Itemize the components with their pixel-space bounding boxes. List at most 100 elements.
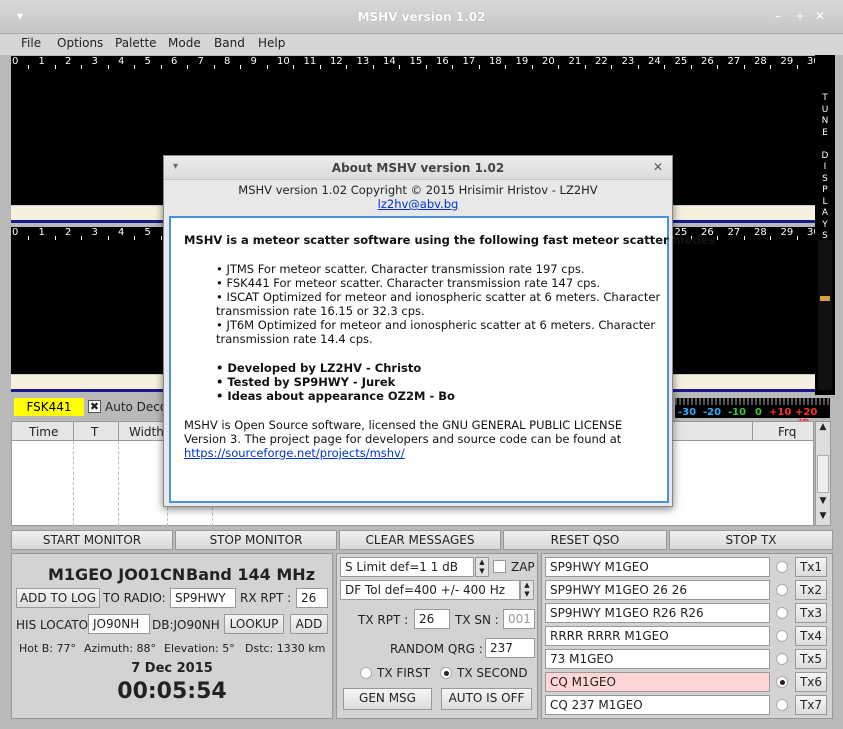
s-limit-spinbox[interactable]: S Limit def=1 1 dB — [340, 557, 474, 577]
meter-label: -30 — [678, 407, 697, 418]
tx-rpt-input[interactable]: 26 — [414, 609, 450, 629]
column-t[interactable]: T — [91, 425, 98, 439]
df-tol-stepper[interactable]: ▲ ▼ — [520, 580, 534, 600]
tx5-button[interactable]: Tx5 — [795, 649, 827, 669]
menu-palette[interactable]: Palette — [115, 36, 157, 50]
auto-decode-label: Auto Deco — [105, 400, 168, 414]
scale-label: 1 — [38, 56, 45, 67]
gen-msg-button[interactable]: GEN MSG — [343, 688, 432, 710]
tx-message-7-input[interactable]: CQ 237 M1GEO — [545, 695, 770, 715]
email-link[interactable]: lz2hv@abv.bg — [378, 197, 459, 211]
tx-message-4-input[interactable]: RRRR RRRR M1GEO — [545, 626, 770, 646]
stop-tx-button[interactable]: STOP TX — [669, 530, 833, 550]
scale-label: 27 — [727, 227, 741, 238]
menu-options[interactable]: Options — [57, 36, 103, 50]
minimize-icon[interactable]: – — [775, 9, 781, 23]
date-display: 7 Dec 2015 — [131, 661, 213, 676]
menu-band[interactable]: Band — [214, 36, 245, 50]
about-heading: MSHV is a meteor scatter software using … — [184, 233, 716, 247]
tx7-button[interactable]: Tx7 — [795, 695, 827, 715]
mode-indicator: FSK441 — [14, 398, 84, 416]
auto-is-off-button[interactable]: AUTO IS OFF — [441, 688, 532, 710]
scroll-down-icon[interactable]: ▼ — [817, 511, 829, 525]
scale-label: 2 — [65, 56, 72, 67]
s-limit-stepper[interactable]: ▲ ▼ — [475, 557, 489, 577]
zap-label: ZAP — [511, 560, 535, 574]
menu-file[interactable]: File — [21, 36, 41, 50]
scroll-thumb[interactable] — [817, 455, 829, 493]
station-callsign: M1GEO JO01CN — [48, 565, 186, 584]
tx-second-radio[interactable] — [440, 667, 452, 679]
his-locator-input[interactable]: JO90NH — [88, 614, 150, 634]
dialog-close-icon[interactable]: ✕ — [653, 160, 663, 174]
tx-message-5-radio[interactable] — [776, 653, 788, 665]
tx-message-2-radio[interactable] — [776, 584, 788, 596]
tx-message-5-input[interactable]: 73 M1GEO — [545, 649, 770, 669]
add-button[interactable]: ADD — [290, 614, 328, 634]
lookup-button[interactable]: LOOKUP — [224, 614, 284, 634]
close-icon[interactable]: ✕ — [815, 9, 825, 23]
tx-message-6-radio[interactable] — [776, 676, 788, 688]
menu-mode[interactable]: Mode — [168, 36, 201, 50]
tx-sn-input[interactable]: 001 — [503, 609, 535, 629]
start-monitor-button[interactable]: START MONITOR — [11, 530, 173, 550]
tx-message-3-input[interactable]: SP9HWY M1GEO R26 R26 — [545, 603, 770, 623]
scale-label: 24 — [648, 56, 661, 67]
auto-decode-checkbox[interactable]: ✖ — [88, 400, 101, 413]
scale-label: 12 — [330, 56, 343, 67]
tx-message-3-radio[interactable] — [776, 607, 788, 619]
tune-slider[interactable] — [818, 240, 832, 390]
scale-label: 2 — [65, 227, 72, 238]
mode-line: • JTMS For meteor scatter. Character tra… — [216, 262, 585, 276]
scale-label: 29 — [780, 56, 794, 67]
tune-displays-letter: T — [822, 93, 828, 103]
maximize-icon[interactable]: + — [795, 9, 805, 23]
project-link[interactable]: https://sourceforge.net/projects/mshv/ — [184, 446, 405, 460]
tx-first-radio[interactable] — [360, 667, 372, 679]
tx-message-7-radio[interactable] — [776, 699, 788, 711]
column-time[interactable]: Time — [29, 425, 58, 439]
scale-label: 19 — [515, 56, 529, 67]
scroll-up-icon[interactable]: ▲ — [817, 422, 829, 436]
tune-displays-letter: U — [821, 104, 829, 115]
column-frq[interactable]: Frq — [778, 425, 796, 439]
tx-message-1-radio[interactable] — [776, 561, 788, 573]
column-width[interactable]: Width — [129, 425, 164, 439]
df-tol-spinbox[interactable]: DF Tol def=400 +/- 400 Hz — [340, 580, 520, 600]
tx3-button[interactable]: Tx3 — [795, 603, 827, 623]
messages-scrollbar[interactable]: ▲ ▼ ▼ — [815, 421, 831, 526]
tune-displays-letter: Y — [822, 219, 828, 230]
tx4-button[interactable]: Tx4 — [795, 626, 827, 646]
stop-monitor-button[interactable]: STOP MONITOR — [175, 530, 337, 550]
license-line: Version 3. The project page for develope… — [184, 432, 622, 446]
add-to-log-button[interactable]: ADD TO LOG — [16, 588, 100, 608]
scale-label: 29 — [780, 227, 794, 238]
tx1-button[interactable]: Tx1 — [795, 557, 827, 577]
hot-b-readout: Hot B: 77° — [19, 642, 77, 655]
to-radio-input[interactable]: SP9HWY — [170, 588, 236, 608]
azimuth-readout: Azimuth: 88° — [84, 642, 157, 655]
clear-messages-button[interactable]: CLEAR MESSAGES — [339, 530, 501, 550]
scale-label: 4 — [118, 227, 125, 238]
tune-displays-letter: S — [822, 173, 828, 184]
tune-displays-letter: E — [822, 127, 828, 138]
menu-help[interactable]: Help — [258, 36, 285, 50]
rx-rpt-input[interactable]: 26 — [296, 588, 328, 608]
tx2-button[interactable]: Tx2 — [795, 580, 827, 600]
tx-message-4-radio[interactable] — [776, 630, 788, 642]
scroll-down-icon[interactable]: ▼ — [817, 496, 829, 510]
scale-label: 8 — [224, 56, 231, 67]
rx-rpt-label: RX RPT : — [240, 591, 292, 605]
reset-qso-button[interactable]: RESET QSO — [503, 530, 667, 550]
tune-displays-letter: I — [823, 162, 827, 172]
zap-checkbox[interactable] — [493, 560, 506, 573]
tx-message-2-input[interactable]: SP9HWY M1GEO 26 26 — [545, 580, 770, 600]
random-qrg-input[interactable]: 237 — [485, 638, 535, 658]
meter-label: -10 — [728, 407, 747, 418]
scale-label: 21 — [568, 56, 582, 67]
distance-readout: Dstc: 1330 km — [245, 642, 326, 655]
tx-message-1-input[interactable]: SP9HWY M1GEO — [545, 557, 770, 577]
scale-label: 13 — [356, 56, 370, 67]
tx-message-6-input[interactable]: CQ M1GEO — [545, 672, 770, 692]
tx6-button[interactable]: Tx6 — [795, 672, 827, 692]
